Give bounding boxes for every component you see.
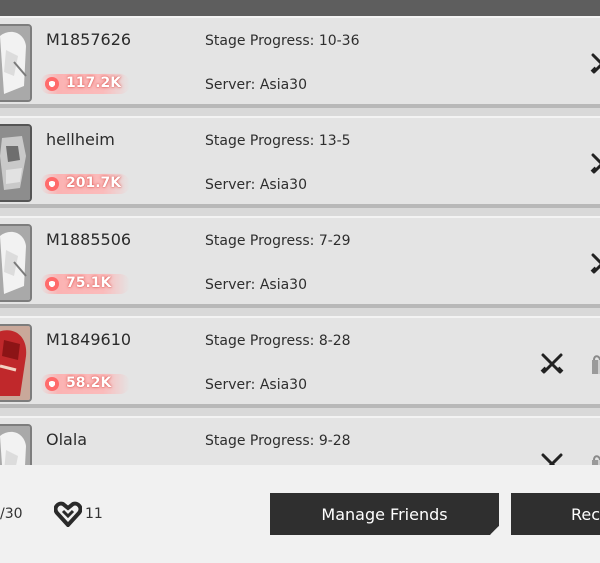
friend-avatar[interactable] — [0, 224, 32, 302]
heart-count: 11 — [85, 506, 103, 522]
power-value: 201.7K — [66, 175, 122, 191]
crossed-swords-icon[interactable] — [590, 52, 600, 76]
fist-icon — [45, 177, 59, 191]
crossed-swords-icon[interactable] — [540, 452, 564, 465]
friend-name: M1857626 — [46, 30, 132, 49]
stage-progress: Stage Progress: 10-36 — [205, 33, 360, 49]
power-value: 75.1K — [66, 275, 112, 291]
server-label: Server: Asia30 — [205, 77, 307, 93]
friend-list[interactable]: M1857626 117.2K Stage Progress: 10-36 Se… — [0, 16, 600, 465]
stage-progress: Stage Progress: 7-29 — [205, 233, 351, 249]
top-strip — [0, 0, 600, 16]
stage-progress: Stage Progress: 9-28 — [205, 433, 351, 449]
friend-row[interactable]: M1857626 117.2K Stage Progress: 10-36 Se… — [0, 16, 600, 108]
friend-row[interactable]: M1849610 58.2K Stage Progress: 8-28 Serv… — [0, 316, 600, 408]
friend-name: Olala — [46, 430, 88, 449]
friend-name: hellheim — [46, 130, 115, 149]
heart-icon — [54, 501, 82, 527]
friend-avatar[interactable] — [0, 24, 32, 102]
crossed-swords-icon[interactable] — [540, 352, 564, 376]
gift-icon[interactable] — [590, 452, 600, 465]
manage-friends-button[interactable]: Manage Friends — [270, 493, 499, 535]
friend-row[interactable]: Olala Stage Progress: 9-28 — [0, 416, 600, 465]
friend-avatar[interactable] — [0, 324, 32, 402]
power-badge: 75.1K — [40, 274, 130, 294]
fist-icon — [45, 377, 59, 391]
stage-progress: Stage Progress: 8-28 — [205, 333, 351, 349]
power-value: 58.2K — [66, 375, 112, 391]
server-label: Server: Asia30 — [205, 277, 307, 293]
power-value: 117.2K — [66, 75, 122, 91]
power-badge: 58.2K — [40, 374, 130, 394]
friend-avatar[interactable] — [0, 424, 32, 465]
friend-row[interactable]: M1885506 75.1K Stage Progress: 7-29 Serv… — [0, 216, 600, 308]
friend-name: M1885506 — [46, 230, 132, 249]
power-badge: 117.2K — [40, 74, 130, 94]
fist-icon — [45, 77, 59, 91]
server-label: Server: Asia30 — [205, 377, 307, 393]
server-label: Server: Asia30 — [205, 177, 307, 193]
crossed-swords-icon[interactable] — [590, 152, 600, 176]
friend-name: M1849610 — [46, 330, 132, 349]
recommend-button[interactable]: Rec — [511, 493, 600, 535]
crossed-swords-icon[interactable] — [590, 252, 600, 276]
gift-icon[interactable] — [590, 352, 600, 376]
stage-progress: Stage Progress: 13-5 — [205, 133, 351, 149]
friend-avatar[interactable] — [0, 124, 32, 202]
friend-count: /30 — [0, 506, 23, 522]
friends-footer: /30 11 Manage Friends Rec — [0, 465, 600, 563]
power-badge: 201.7K — [40, 174, 130, 194]
fist-icon — [45, 277, 59, 291]
friend-row[interactable]: hellheim 201.7K Stage Progress: 13-5 Ser… — [0, 116, 600, 208]
